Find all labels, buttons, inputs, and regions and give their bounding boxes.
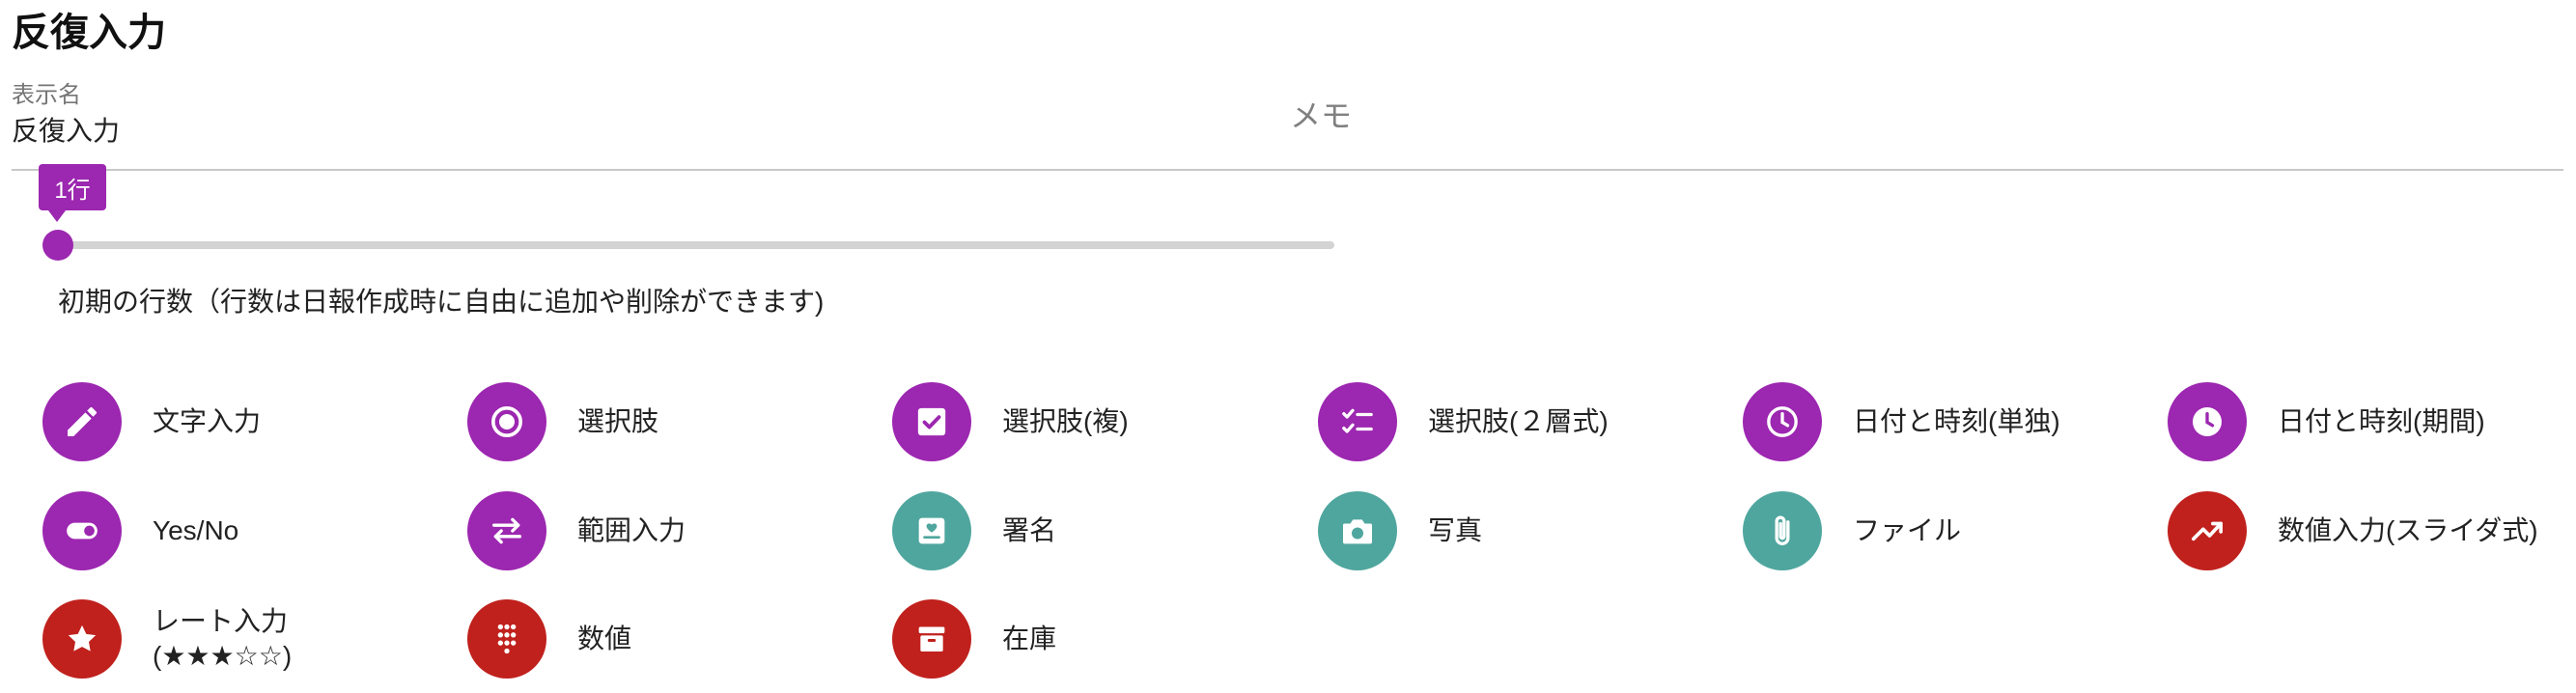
item-label: 範囲入力 [577,515,686,545]
item-label: 数値入力(スライダ式) [2278,515,2538,545]
page-title: 反復入力 [12,12,166,54]
item-file[interactable]: ファイル [1743,487,1961,574]
swap-arrows-icon [467,491,546,570]
item-number[interactable]: 数値 [467,596,631,682]
memo-input[interactable]: メモ [1290,95,1352,137]
item-datetime-single[interactable]: 日付と時刻(単独) [1743,378,2060,465]
archive-box-icon [892,599,971,679]
checklist-icon [1318,382,1397,461]
clock-outline-icon [1743,382,1822,461]
item-signature[interactable]: 署名 [892,487,1056,574]
item-label: 在庫 [1002,624,1057,653]
item-datetime-range[interactable]: 日付と時刻(期間) [2168,378,2485,465]
item-yes-no[interactable]: Yes/No [42,487,238,574]
row-count-slider-thumb[interactable] [42,230,73,261]
display-name-label: 表示名 [12,82,81,108]
item-multi-select[interactable]: 選択肢(複) [892,378,1129,465]
item-text-input[interactable]: 文字入力 [42,378,261,465]
row-count-slider-track[interactable] [58,241,1334,249]
item-label: 数値 [577,624,632,653]
camera-icon [1318,491,1397,570]
item-label: 文字入力 [153,406,262,436]
item-two-level-select[interactable]: 選択肢(２層式) [1318,378,1609,465]
dialpad-icon [467,599,546,679]
item-photo[interactable]: 写真 [1318,487,1482,574]
trending-up-icon [2168,491,2247,570]
item-label-line1: レート入力 [153,606,289,636]
item-range-input[interactable]: 範囲入力 [467,487,686,574]
item-label: 署名 [1002,515,1057,545]
paperclip-icon [1743,491,1822,570]
signature-icon [892,491,971,570]
item-label: 選択肢 [577,406,659,436]
item-inventory[interactable]: 在庫 [892,596,1056,682]
item-label: 日付と時刻(単独) [1853,406,2060,436]
item-label: 選択肢(２層式) [1428,406,1609,436]
input-underline [12,169,2563,171]
item-label-line2: (★★★☆☆) [153,641,293,671]
toggle-icon [42,491,122,570]
clock-filled-icon [2168,382,2247,461]
star-icon [42,599,122,679]
item-label: レート入力 (★★★☆☆) [153,604,292,674]
item-label: ファイル [1853,515,1962,545]
slider-caption: 初期の行数（行数は日報作成時に自由に追加や削除ができます) [58,287,825,317]
item-label: 写真 [1428,515,1483,545]
item-label: 日付と時刻(期間) [2278,406,2485,436]
radio-button-icon [467,382,546,461]
pencil-icon [42,382,122,461]
item-number-slider[interactable]: 数値入力(スライダ式) [2168,487,2538,574]
item-label: Yes/No [153,515,239,545]
checkbox-icon [892,382,971,461]
item-rating[interactable]: レート入力 (★★★☆☆) [42,596,292,682]
item-select[interactable]: 選択肢 [467,378,658,465]
display-name-input[interactable]: 反復入力 [12,112,120,151]
item-label: 選択肢(複) [1002,406,1129,436]
slider-value-tooltip: 1行 [39,164,106,222]
